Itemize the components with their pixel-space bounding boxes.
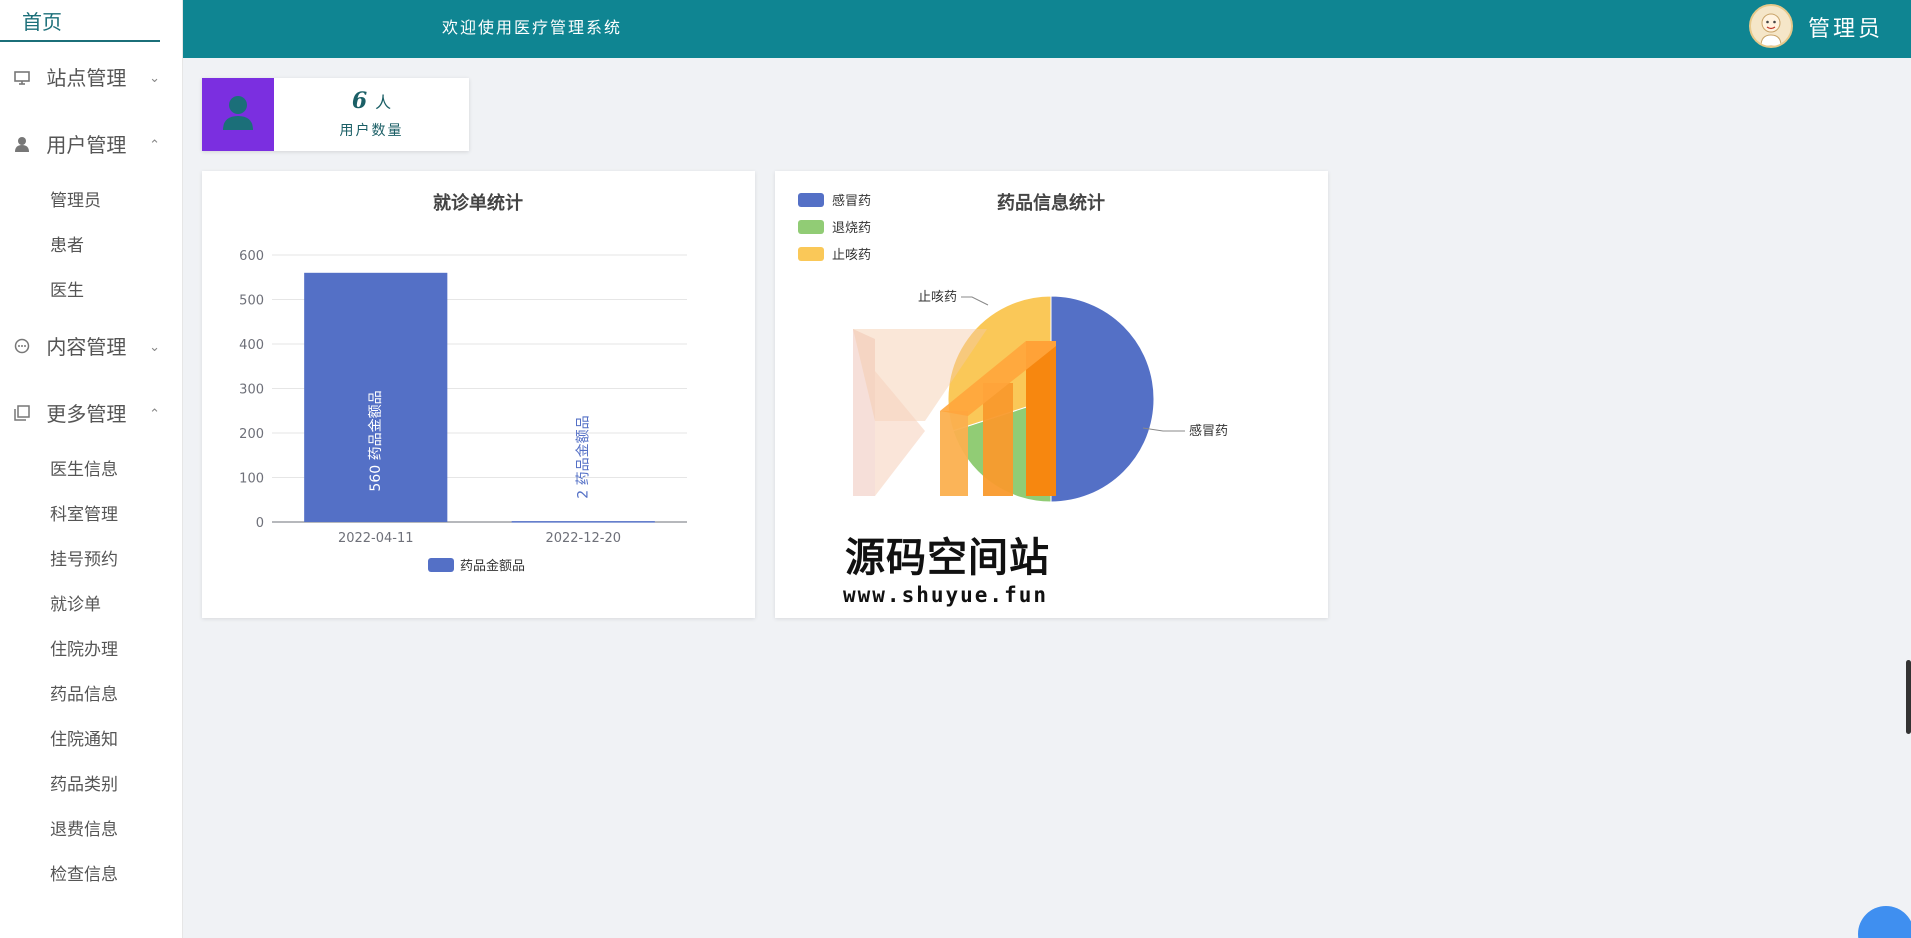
sidebar-item-patient[interactable]: 患者	[0, 224, 182, 269]
legend-swatch	[428, 558, 454, 572]
menu-more-management[interactable]: 更多管理 ⌃	[0, 381, 182, 448]
y-tick-label: 200	[239, 427, 264, 442]
chevron-up-icon: ⌃	[149, 138, 160, 153]
sidebar-item-doctor[interactable]: 医生	[0, 269, 182, 314]
user-icon	[14, 113, 32, 180]
sidebar-item-visit-record[interactable]: 就诊单	[0, 583, 182, 628]
chevron-down-icon: ⌄	[149, 340, 160, 355]
menu-user-management[interactable]: 用户管理 ⌃	[0, 112, 182, 179]
sidebar-item-hospital-notice[interactable]: 住院通知	[0, 718, 182, 763]
y-tick-label: 600	[239, 249, 264, 264]
copy-icon	[14, 382, 32, 449]
x-tick-label: 2022-12-20	[545, 531, 621, 546]
chat-icon	[14, 315, 32, 382]
sidebar-item-refund-info[interactable]: 退费信息	[0, 808, 182, 853]
scroll-handle[interactable]	[1906, 660, 1911, 734]
visit-stats-bar-chart: 就诊单统计 0 100 200 300 400 500 600 2022-04-11 560 药品…	[239, 192, 687, 574]
menu-site-management[interactable]: 站点管理 ⌄	[0, 45, 182, 112]
sidebar: 首页 站点管理 ⌄ 用户管理 ⌃ 管理员 患者 医生 内容管理 ⌄ 更多管理 ⌃…	[0, 0, 183, 938]
legend-label: 药品金额品	[460, 558, 525, 574]
sidebar-item-admin[interactable]: 管理员	[0, 179, 182, 224]
sidebar-item-drug-info[interactable]: 药品信息	[0, 673, 182, 718]
user-count-value-row: 6人	[274, 88, 469, 114]
y-tick-label: 300	[239, 383, 264, 398]
top-header: 欢迎使用医疗管理系统 管理员	[183, 0, 1911, 58]
avatar[interactable]	[1749, 4, 1793, 48]
user-count-unit: 人	[375, 93, 392, 112]
user-count-label: 用户数量	[339, 123, 404, 139]
watermark-url: www.shuyue.fun	[843, 583, 1049, 607]
floating-action-button[interactable]	[1858, 906, 1911, 938]
y-tick-label: 0	[256, 516, 264, 531]
user-count-value: 6	[351, 88, 368, 114]
y-tick-label: 100	[239, 472, 264, 487]
watermark-title: 源码空间站	[845, 535, 1050, 581]
user-count-icon-box	[202, 78, 274, 151]
chart-title: 就诊单统计	[433, 192, 523, 214]
bar-data-label: 560 药品金额品	[368, 390, 384, 491]
sidebar-item-drug-category[interactable]: 药品类别	[0, 763, 182, 808]
x-tick-label: 2022-04-11	[338, 531, 414, 546]
user-icon	[223, 96, 253, 130]
welcome-text: 欢迎使用医疗管理系统	[442, 18, 623, 37]
bar	[511, 521, 655, 523]
y-tick-label: 500	[239, 294, 264, 309]
bar-data-label: 2 药品金额品	[575, 415, 591, 498]
chevron-up-icon: ⌃	[149, 407, 160, 422]
admin-username[interactable]: 管理员	[1808, 11, 1883, 43]
chevron-down-icon: ⌄	[149, 71, 160, 86]
visit-stats-card: 就诊单统计 0 100 200 300 400 500 600 2022-04-11 560 药品…	[202, 171, 755, 618]
monitor-icon	[14, 46, 32, 113]
menu-user-management-label: 用户管理	[46, 133, 127, 157]
user-count-card: 6人 用户数量	[202, 78, 469, 151]
menu-content-management[interactable]: 内容管理 ⌄	[0, 314, 182, 381]
home-link[interactable]: 首页	[0, 0, 160, 42]
menu-site-management-label: 站点管理	[46, 66, 127, 90]
y-tick-label: 400	[239, 338, 264, 353]
sidebar-item-doctor-info[interactable]: 医生信息	[0, 448, 182, 493]
menu-content-management-label: 内容管理	[46, 335, 127, 359]
menu-more-management-label: 更多管理	[46, 402, 127, 426]
sidebar-item-department[interactable]: 科室管理	[0, 493, 182, 538]
sidebar-item-admission[interactable]: 住院办理	[0, 628, 182, 673]
sidebar-item-exam-info[interactable]: 检查信息	[0, 853, 182, 898]
sidebar-item-appointment[interactable]: 挂号预约	[0, 538, 182, 583]
drug-stats-card: 药品信息统计 感冒药 退烧药 止咳药 感冒药 止咳药 源码空间站 www.shuyue.f…	[775, 171, 1328, 618]
